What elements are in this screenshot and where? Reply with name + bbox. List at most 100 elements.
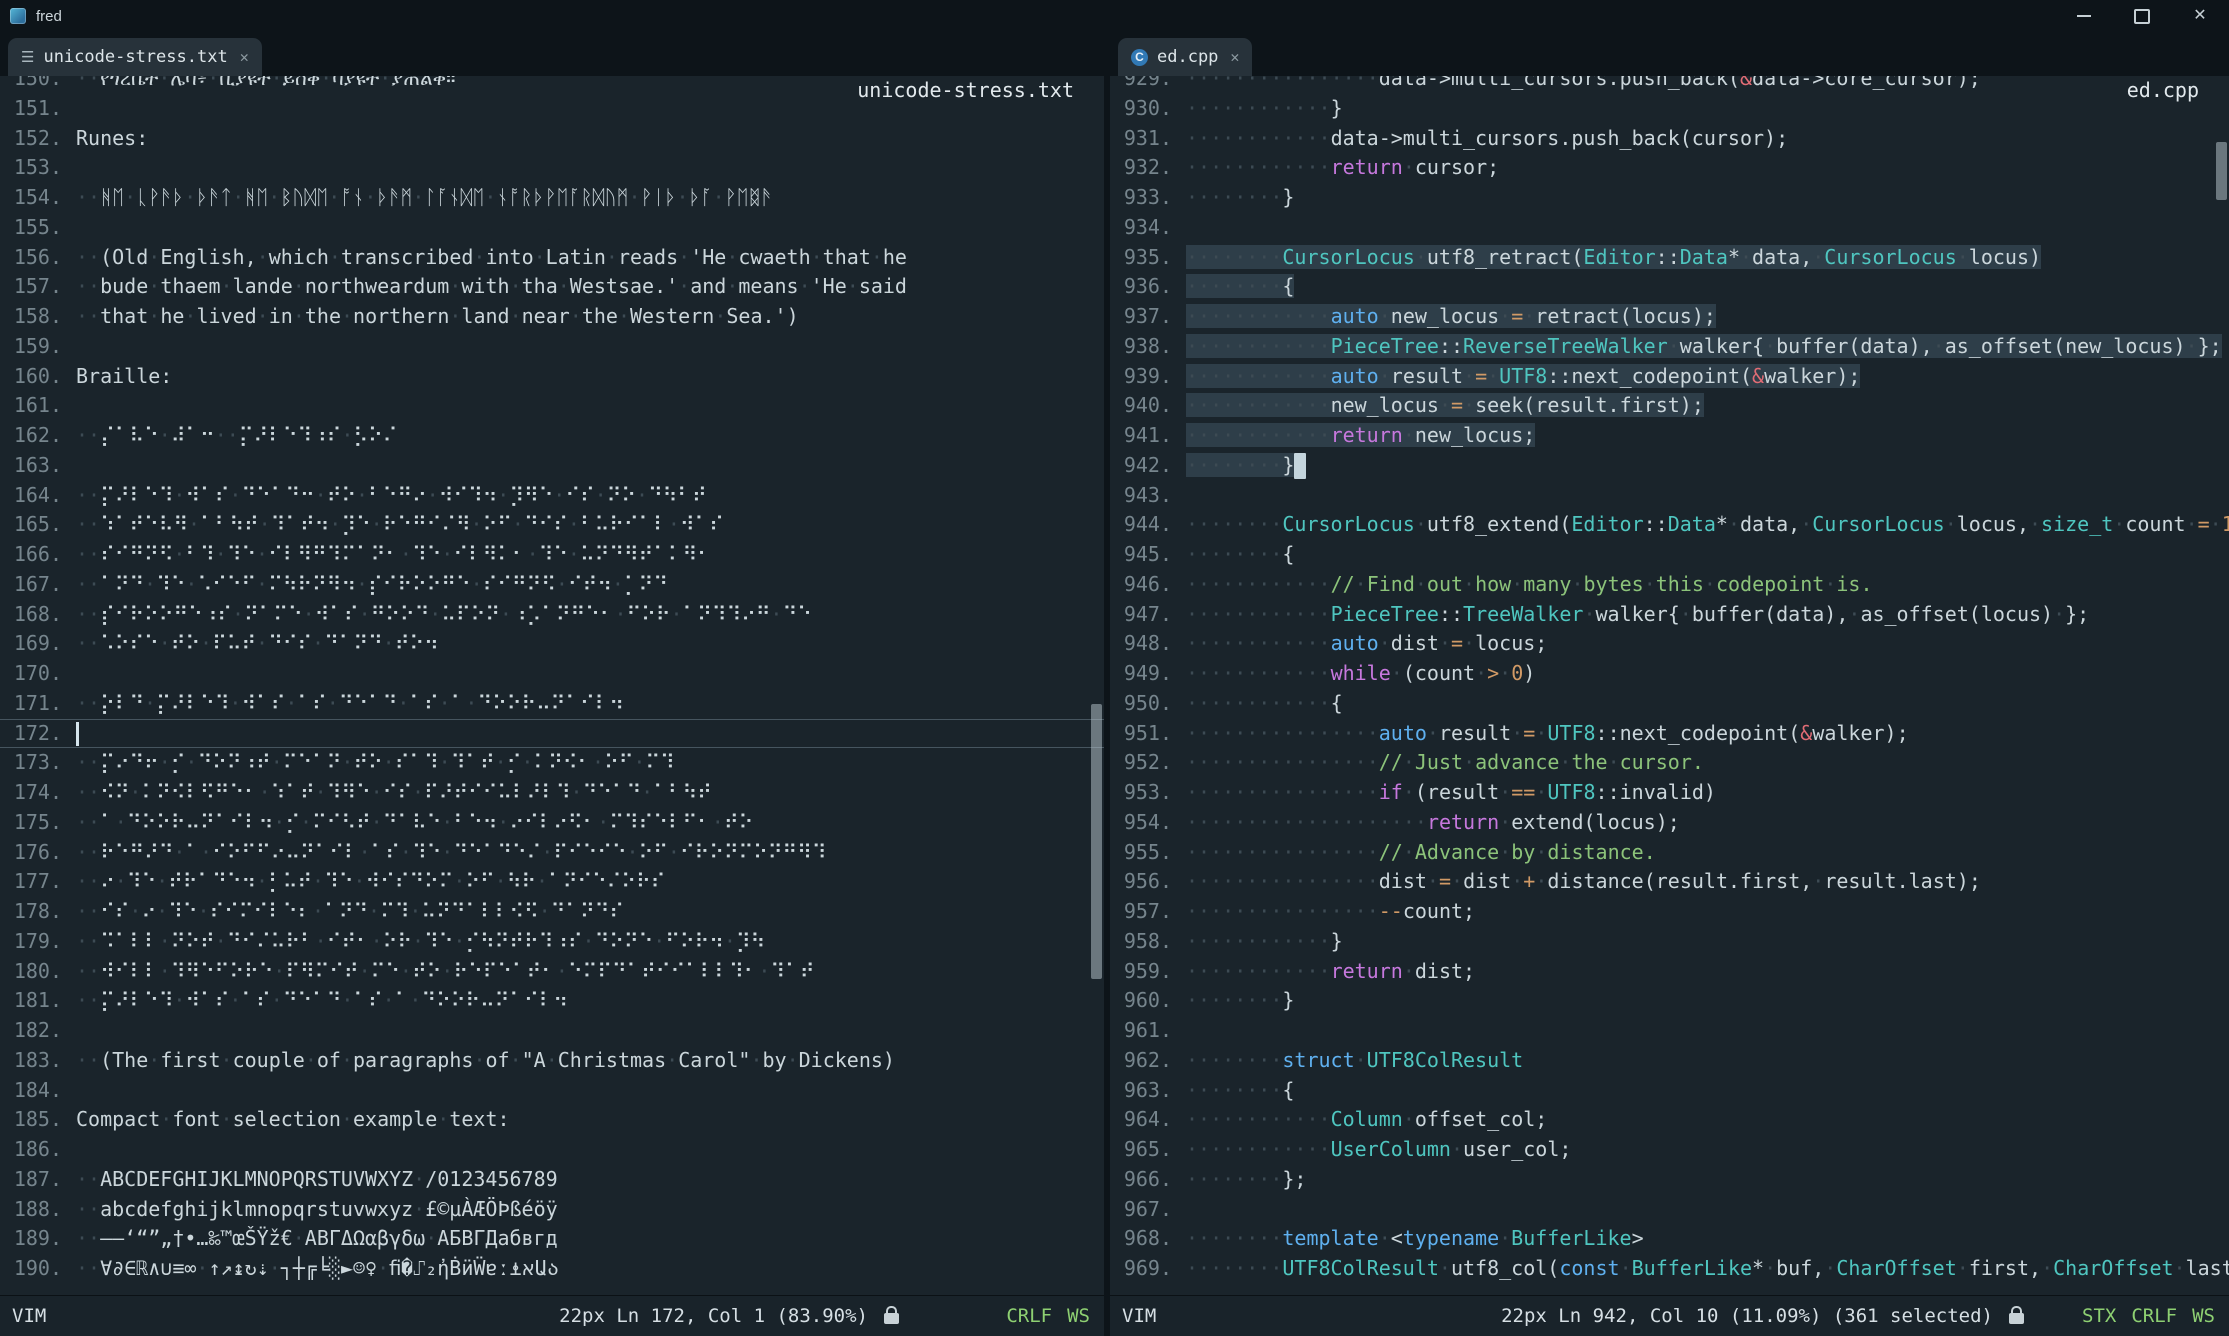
code-line[interactable]: 954.····················return·extend(lo…: [1110, 808, 2229, 838]
code-line[interactable]: 951.················auto·result·=·UTF8::…: [1110, 719, 2229, 749]
code-line[interactable]: 179.··⠩⠁⠇⠇·⠝⠕⠞·⠙⠊⠌⠥⠗⠃·⠊⠞⠂·⠕⠗·⠹⠑·⡊⠳⠝⠞⠗⠹⠰⠎…: [0, 927, 1104, 957]
code-line[interactable]: 163.: [0, 451, 1104, 481]
code-line[interactable]: 173.··⡍⠔⠙⠖·⡊·⠙⠕⠝⠰⠞·⠍⠑⠁⠝·⠞⠕·⠎⠁⠹·⠹⠁⠞·⡊·⠅⠝⠪…: [0, 748, 1104, 778]
lock-icon[interactable]: [2009, 1313, 2024, 1324]
code-line[interactable]: 929.················data->multi_cursors.…: [1110, 76, 2229, 94]
code-line[interactable]: 170.: [0, 659, 1104, 689]
code-line[interactable]: 940.············new_locus·=·seek(result.…: [1110, 391, 2229, 421]
code-line[interactable]: 167.··⠁⠝⠙·⠹⠑·⠡⠊⠑⠋·⠍⠳⠗⠝⠻⠲·⡎⠊⠗⠕⠕⠛⠑·⠎⠊⠛⠝⠫·⠊…: [0, 570, 1104, 600]
code-line[interactable]: 932.············return·cursor;: [1110, 153, 2229, 183]
code-line[interactable]: 177.··⠔·⠹⠑·⠞⠗⠁⠙⠑⠲·⡃⠥⠞·⠹⠑·⠺⠊⠎⠙⠕⠍·⠕⠋·⠳⠗·⠁⠝…: [0, 867, 1104, 897]
code-line[interactable]: 966.········};: [1110, 1165, 2229, 1195]
code-line[interactable]: 935.········CursorLocus·utf8_retract(Edi…: [1110, 243, 2229, 273]
tab-ed-cpp[interactable]: ed.cpp ✕: [1118, 38, 1252, 76]
code-line[interactable]: 949.············while·(count·>·0): [1110, 659, 2229, 689]
code-line[interactable]: 158.··that·he·lived·in·the·northern·land…: [0, 302, 1104, 332]
code-line[interactable]: 188.··abcdefghijklmnopqrstuvwxyz·£©µÀÆÖÞ…: [0, 1195, 1104, 1225]
scrollbar-track[interactable]: [1091, 76, 1102, 1296]
code-line[interactable]: 960.········}: [1110, 986, 2229, 1016]
code-line[interactable]: 947.············PieceTree::TreeWalker·wa…: [1110, 600, 2229, 630]
code-line[interactable]: 171.··⡕⠇⠙·⡍⠜⠇⠑⠹·⠺⠁⠎·⠁⠎·⠙⠑⠁⠙·⠁⠎·⠁·⠙⠕⠕⠗⠤⠝⠁…: [0, 689, 1104, 719]
code-line[interactable]: 169.··⠡⠕⠎⠑·⠞⠕·⠏⠥⠞·⠙⠊⠎·⠙⠁⠝⠙·⠞⠕⠲: [0, 629, 1104, 659]
code-line[interactable]: 965.············UserColumn·user_col;: [1110, 1135, 2229, 1165]
code-line[interactable]: 969.········UTF8ColResult·utf8_col(const…: [1110, 1254, 2229, 1284]
scrollbar-thumb[interactable]: [2216, 142, 2227, 201]
code-line[interactable]: 186.: [0, 1135, 1104, 1165]
code-line[interactable]: 182.: [0, 1016, 1104, 1046]
code-line[interactable]: 945.········{: [1110, 540, 2229, 570]
code-line[interactable]: 157.··bude·thaem·lande·northweardum·with…: [0, 272, 1104, 302]
code-line[interactable]: 155.: [0, 213, 1104, 243]
code-line[interactable]: 939.············auto·result·=·UTF8::next…: [1110, 362, 2229, 392]
code-line[interactable]: 946.············//·Find·out·how·many·byt…: [1110, 570, 2229, 600]
code-line[interactable]: 166.··⠎⠊⠛⠝⠫·⠃⠹·⠹⠑·⠊⠇⠻⠛⠹⠍⠁⠝⠂·⠹⠑·⠊⠇⠻⠅⠂·⠹⠑·…: [0, 540, 1104, 570]
code-line[interactable]: 944.········CursorLocus·utf8_extend(Edit…: [1110, 510, 2229, 540]
scrollbar-track[interactable]: [2216, 76, 2227, 1296]
code-line[interactable]: 934.: [1110, 213, 2229, 243]
code-line[interactable]: 153.: [0, 153, 1104, 183]
code-line[interactable]: 968.········template·<typename·BufferLik…: [1110, 1224, 2229, 1254]
editor-pane-right[interactable]: 929.················data->multi_cursors.…: [1110, 76, 2229, 1296]
code-line[interactable]: 156.··(Old·English,·which·transcribed·in…: [0, 243, 1104, 273]
status-flag-crlf[interactable]: CRLF: [1006, 1305, 1052, 1327]
code-line[interactable]: 955.················//·Advance·by·distan…: [1110, 838, 2229, 868]
code-line[interactable]: 165.··⠱⠁⠞⠑⠧⠻·⠁⠃⠳⠞·⠹⠁⠞⠲·⡹⠑·⠗⠑⠛⠊⠌⠻·⠕⠋·⠙⠊⠎·…: [0, 510, 1104, 540]
code-line[interactable]: 190.··∀∂∈ℝ∧∪≡∞·↑↗↨↻⇣·┐┼╔╘░►☺♀·ﬁ�⑀₂ἠḂӥẄɐː…: [0, 1254, 1104, 1284]
code-line[interactable]: 187.··ABCDEFGHIJKLMNOPQRSTUVWXYZ·/012345…: [0, 1165, 1104, 1195]
code-line[interactable]: 931.············data->multi_cursors.push…: [1110, 124, 2229, 154]
code-line[interactable]: 172.: [0, 719, 1104, 749]
code-line[interactable]: 174.··⠪⠝·⠅⠝⠪⠇⠫⠛⠑⠂·⠱⠁⠞·⠹⠻⠑·⠊⠎·⠏⠜⠞⠊⠊⠥⠇⠜⠇⠹·…: [0, 778, 1104, 808]
status-flag-ws[interactable]: WS: [2192, 1305, 2215, 1327]
code-line[interactable]: 159.: [0, 332, 1104, 362]
code-line[interactable]: 936.········{: [1110, 272, 2229, 302]
code-line[interactable]: 180.··⠺⠊⠇⠇·⠹⠻⠑⠋⠕⠗⠑·⠏⠻⠍⠊⠞·⠍⠑·⠞⠕·⠗⠑⠏⠑⠁⠞⠂·⠑…: [0, 957, 1104, 987]
code-line[interactable]: 160.Braille:: [0, 362, 1104, 392]
code-line[interactable]: 161.: [0, 391, 1104, 421]
code-line[interactable]: 930.············}: [1110, 94, 2229, 124]
close-button[interactable]: ✕: [2171, 0, 2229, 32]
code-line[interactable]: 956.················dist·=·dist·+·distan…: [1110, 867, 2229, 897]
code-line[interactable]: 164.··⡍⠜⠇⠑⠹·⠺⠁⠎·⠙⠑⠁⠙⠒·⠞⠕·⠃⠑⠛⠔·⠺⠊⠹⠲·⡹⠻⠑·⠊…: [0, 481, 1104, 511]
lock-icon[interactable]: [884, 1313, 899, 1324]
code-line[interactable]: 933.········}: [1110, 183, 2229, 213]
code-line[interactable]: 942.········}: [1110, 451, 2229, 481]
code-line[interactable]: 185.Compact·font·selection·example·text:: [0, 1105, 1104, 1135]
tab-close-icon[interactable]: ✕: [240, 48, 249, 66]
code-line[interactable]: 959.············return·dist;: [1110, 957, 2229, 987]
status-flag-stx[interactable]: STX: [2082, 1305, 2116, 1327]
code-line[interactable]: 962.········struct·UTF8ColResult: [1110, 1046, 2229, 1076]
code-line[interactable]: 168.··⡎⠊⠗⠕⠕⠛⠑⠰⠎·⠝⠁⠍⠑·⠺⠁⠎·⠛⠕⠕⠙·⠥⠏⠕⠝·⠰⡡⠁⠝⠛…: [0, 600, 1104, 630]
code-line[interactable]: 176.··⠗⠑⠛⠜⠙·⠁·⠊⠕⠋⠋⠔⠤⠝⠁⠊⠇·⠁⠎·⠹⠑·⠙⠑⠁⠙⠑⠌·⠏⠊…: [0, 838, 1104, 868]
code-line[interactable]: 938.············PieceTree::ReverseTreeWa…: [1110, 332, 2229, 362]
code-line[interactable]: 953.················if·(result·==·UTF8::…: [1110, 778, 2229, 808]
code-line[interactable]: 950.············{: [1110, 689, 2229, 719]
status-flag-crlf[interactable]: CRLF: [2131, 1305, 2177, 1327]
code-line[interactable]: 943.: [1110, 481, 2229, 511]
code-line[interactable]: 178.··⠊⠎·⠔·⠹⠑·⠎⠊⠍⠊⠇⠑⠆·⠁⠝⠙·⠍⠹·⠥⠝⠙⠁⠇⠇⠪⠫·⠙⠁…: [0, 897, 1104, 927]
code-line[interactable]: 184.: [0, 1076, 1104, 1106]
code-line[interactable]: 183.··(The·first·couple·of·paragraphs·of…: [0, 1046, 1104, 1076]
tab-close-icon[interactable]: ✕: [1230, 48, 1239, 66]
tab-unicode-stress-txt[interactable]: unicode-stress.txt ✕: [8, 38, 262, 76]
minimize-button[interactable]: [2055, 0, 2113, 32]
scrollbar-thumb[interactable]: [1091, 704, 1102, 979]
editor-pane-left[interactable]: 150.··የጎረቤት·ሌባ፥·ቢያዩት·ይስቅ·ባያዩት·ያጠልቅ።151.1…: [0, 76, 1104, 1296]
code-line[interactable]: 961.: [1110, 1016, 2229, 1046]
code-line[interactable]: 152.Runes:: [0, 124, 1104, 154]
code-line[interactable]: 189.··–—‘“”„†•…‰™œŠŸž€·ΑΒΓΔΩαβγδω·АБВГДа…: [0, 1224, 1104, 1254]
code-line[interactable]: 181.··⡍⠜⠇⠑⠹·⠺⠁⠎·⠁⠎·⠙⠑⠁⠙·⠁⠎·⠁·⠙⠕⠕⠗⠤⠝⠁⠊⠇⠲: [0, 986, 1104, 1016]
code-line[interactable]: 967.: [1110, 1195, 2229, 1225]
code-line[interactable]: 162.··⡌⠁⠧⠑·⠼⠁⠒··⡍⠜⠇⠑⠹⠰⠎·⡣⠕⠌: [0, 421, 1104, 451]
code-line[interactable]: 948.············auto·dist·=·locus;: [1110, 629, 2229, 659]
status-flag-ws[interactable]: WS: [1067, 1305, 1090, 1327]
code-line[interactable]: 957.················--count;: [1110, 897, 2229, 927]
maximize-button[interactable]: [2113, 0, 2171, 32]
code-line[interactable]: 952.················//·Just·advance·the·…: [1110, 748, 2229, 778]
code-line[interactable]: 154.··ᚻᛖ·ᚳᚹᚫᚦ·ᚦᚫᛏ·ᚻᛖ·ᛒᚢᛞᛖ·ᚩᚾ·ᚦᚫᛗ·ᛚᚪᚾᛞᛖ·ᚾ…: [0, 183, 1104, 213]
code-line[interactable]: 963.········{: [1110, 1076, 2229, 1106]
code-line[interactable]: 175.··⠁·⠙⠕⠕⠗⠤⠝⠁⠊⠇⠲·⡊·⠍⠊⠣⠞·⠙⠁⠧⠑·⠃⠑⠲·⠔⠊⠇⠔⠫…: [0, 808, 1104, 838]
code-line[interactable]: 958.············}: [1110, 927, 2229, 957]
code-line[interactable]: 964.············Column·offset_col;: [1110, 1105, 2229, 1135]
code-line[interactable]: 941.············return·new_locus;: [1110, 421, 2229, 451]
code-line[interactable]: 937.············auto·new_locus·=·retract…: [1110, 302, 2229, 332]
